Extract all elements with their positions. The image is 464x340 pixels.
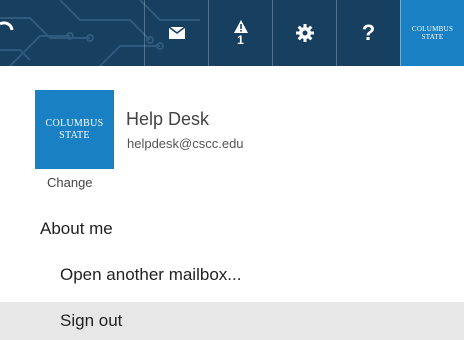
sign-out-menu-item[interactable]: Sign out <box>0 302 464 340</box>
brand-logo-small: COLUMBUS STATE <box>411 25 454 41</box>
sign-out-label: Sign out <box>60 311 123 330</box>
change-photo-link[interactable]: Change <box>47 175 93 190</box>
help-icon: ? <box>361 20 376 45</box>
alert-count: 1 <box>237 33 244 47</box>
help-button[interactable]: ? <box>336 0 400 66</box>
profile-picture: COLUMBUS STATE <box>35 90 114 169</box>
top-navigation-bar: 1 ? COLUMBUS STATE <box>0 0 464 66</box>
brand-logo-large: COLUMBUS STATE <box>45 117 104 141</box>
gear-icon <box>295 24 314 42</box>
account-avatar-button[interactable]: COLUMBUS STATE <box>400 0 464 66</box>
about-me-label: About me <box>40 219 113 238</box>
open-mailbox-label: Open another mailbox... <box>60 265 242 284</box>
alert-icon <box>233 20 248 33</box>
user-display-name: Help Desk <box>126 109 210 129</box>
alerts-button[interactable]: 1 <box>208 0 272 66</box>
user-email: helpdesk@cscc.edu <box>127 136 244 151</box>
settings-button[interactable] <box>272 0 336 66</box>
mail-icon <box>168 27 185 39</box>
mail-button[interactable] <box>144 0 208 66</box>
about-me-menu-item[interactable]: About me <box>0 212 464 246</box>
open-another-mailbox-menu-item[interactable]: Open another mailbox... <box>0 258 464 292</box>
